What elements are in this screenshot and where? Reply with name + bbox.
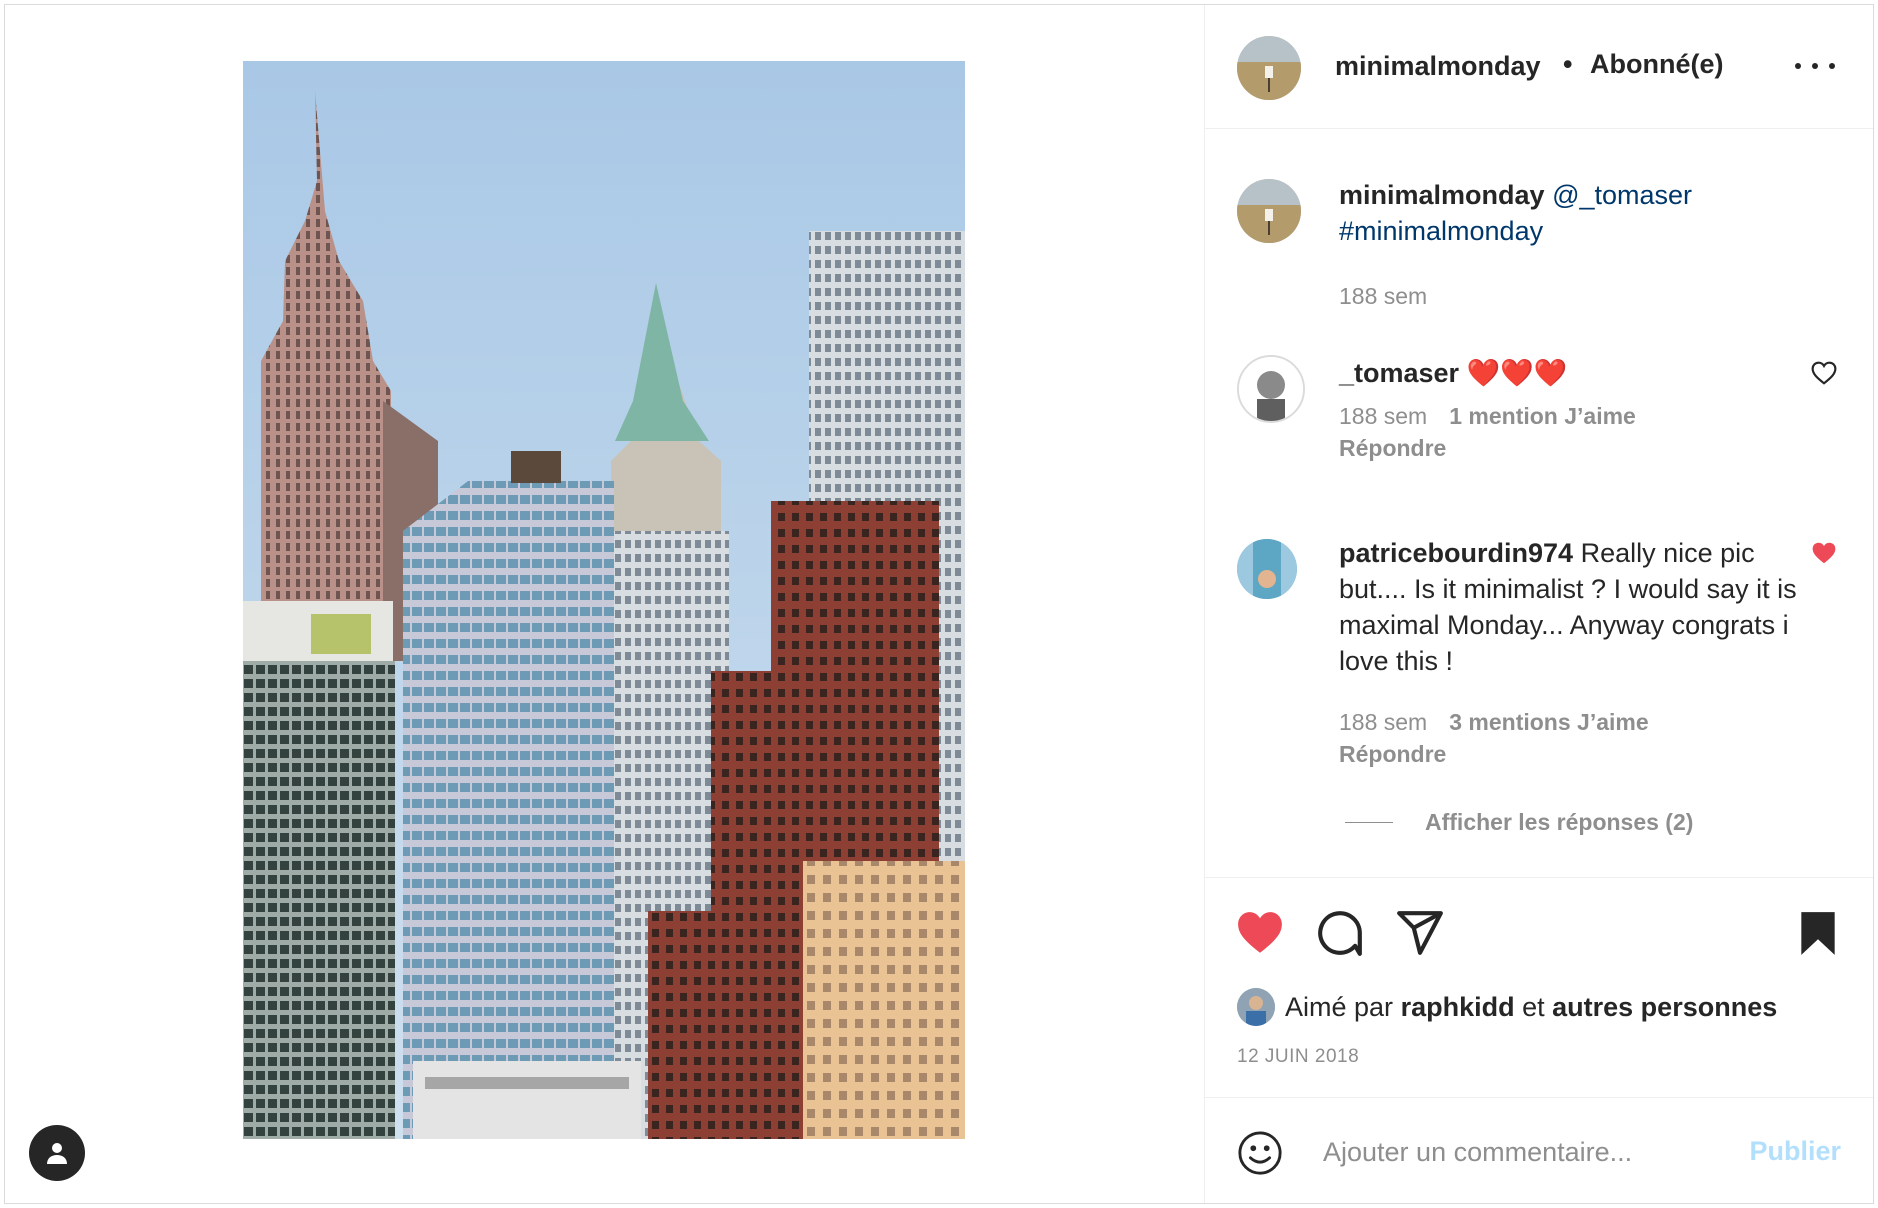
city-skyline-image: [243, 61, 965, 1139]
more-dot: [1829, 63, 1835, 69]
comment-input[interactable]: [1321, 1126, 1725, 1178]
comment: patricebourdin974 Really nice pic but...…: [1339, 535, 1799, 679]
likes-connector: et: [1522, 991, 1545, 1022]
post-actions: Aimé par raphkidd et autres personnes 12…: [1205, 877, 1873, 1097]
more-options-button[interactable]: [1795, 51, 1835, 81]
comment-text: ❤️❤️❤️: [1466, 358, 1568, 388]
comment-like-count[interactable]: 3 mentions J’aime: [1449, 709, 1648, 735]
author-avatar[interactable]: [1237, 36, 1301, 100]
author-username[interactable]: minimalmonday: [1335, 51, 1541, 82]
post-side-panel: minimalmonday • Abonné(e) minimalmonday …: [1204, 5, 1873, 1203]
share-icon[interactable]: [1395, 908, 1445, 958]
user-tag-icon: [47, 1143, 67, 1164]
author-avatar-image: [1237, 36, 1301, 100]
comment-timestamp[interactable]: 188 sem: [1339, 403, 1427, 429]
post-dialog: minimalmonday • Abonné(e) minimalmonday …: [4, 4, 1874, 1204]
liker-avatar[interactable]: [1237, 988, 1275, 1026]
add-comment-bar: Publier: [1205, 1097, 1873, 1203]
comment-like-count[interactable]: 1 mention J’aime: [1449, 403, 1636, 429]
heart-outline-icon[interactable]: [1811, 361, 1837, 385]
view-replies-button[interactable]: Afficher les réponses (2): [1345, 809, 1693, 836]
likes-summary: Aimé par raphkidd et autres personnes: [1237, 988, 1777, 1026]
tagged-users-button[interactable]: [29, 1125, 85, 1181]
comment-avatar-image: [1239, 357, 1303, 421]
comment-avatar[interactable]: [1237, 539, 1297, 599]
replies-divider: [1345, 822, 1393, 823]
publish-button[interactable]: Publier: [1749, 1136, 1841, 1167]
post-photo[interactable]: [243, 61, 965, 1139]
caption-avatar-image: [1237, 179, 1301, 243]
comment-icon[interactable]: [1315, 908, 1365, 958]
caption-username[interactable]: minimalmonday: [1339, 180, 1545, 210]
reply-button[interactable]: Répondre: [1339, 741, 1446, 768]
comment-timestamp[interactable]: 188 sem: [1339, 709, 1427, 735]
caption-timestamp[interactable]: 188 sem: [1339, 283, 1427, 310]
caption-hashtag[interactable]: #minimalmonday: [1339, 216, 1543, 246]
liker-avatar-image: [1237, 988, 1275, 1026]
separator-dot: •: [1563, 49, 1573, 79]
post-header: minimalmonday • Abonné(e): [1205, 5, 1873, 129]
comment-username[interactable]: patricebourdin974: [1339, 538, 1573, 568]
post-date[interactable]: 12 JUIN 2018: [1237, 1046, 1359, 1068]
comment-username[interactable]: _tomaser: [1339, 358, 1459, 388]
reply-button[interactable]: Répondre: [1339, 435, 1446, 462]
post-caption: minimalmonday @_tomaser #minimalmonday: [1339, 177, 1809, 249]
view-replies-label: Afficher les réponses (2): [1425, 809, 1694, 835]
comment-avatar-image: [1237, 539, 1297, 599]
caption-mention[interactable]: @_tomaser: [1552, 180, 1692, 210]
comment-meta: 188 sem 1 mention J’aime: [1339, 403, 1636, 430]
emoji-icon[interactable]: [1237, 1130, 1283, 1176]
post-media-area: [5, 5, 1204, 1203]
liker-username[interactable]: raphkidd: [1401, 992, 1515, 1023]
bookmark-filled-icon[interactable]: [1793, 908, 1843, 958]
heart-filled-icon[interactable]: [1235, 908, 1285, 958]
likes-prefix: Aimé par: [1285, 991, 1394, 1022]
likes-others-link[interactable]: autres personnes: [1552, 992, 1777, 1023]
comments-list: minimalmonday @_tomaser #minimalmonday 1…: [1205, 129, 1873, 877]
heart-filled-icon[interactable]: [1811, 541, 1837, 565]
comment-avatar[interactable]: [1237, 355, 1305, 423]
more-options-icon: [1795, 63, 1801, 69]
caption-author-avatar[interactable]: [1237, 179, 1301, 243]
comment: _tomaser ❤️❤️❤️: [1339, 355, 1567, 391]
comment-meta: 188 sem 3 mentions J’aime: [1339, 709, 1649, 736]
follow-status-button[interactable]: Abonné(e): [1590, 49, 1723, 80]
more-dot: [1812, 63, 1818, 69]
